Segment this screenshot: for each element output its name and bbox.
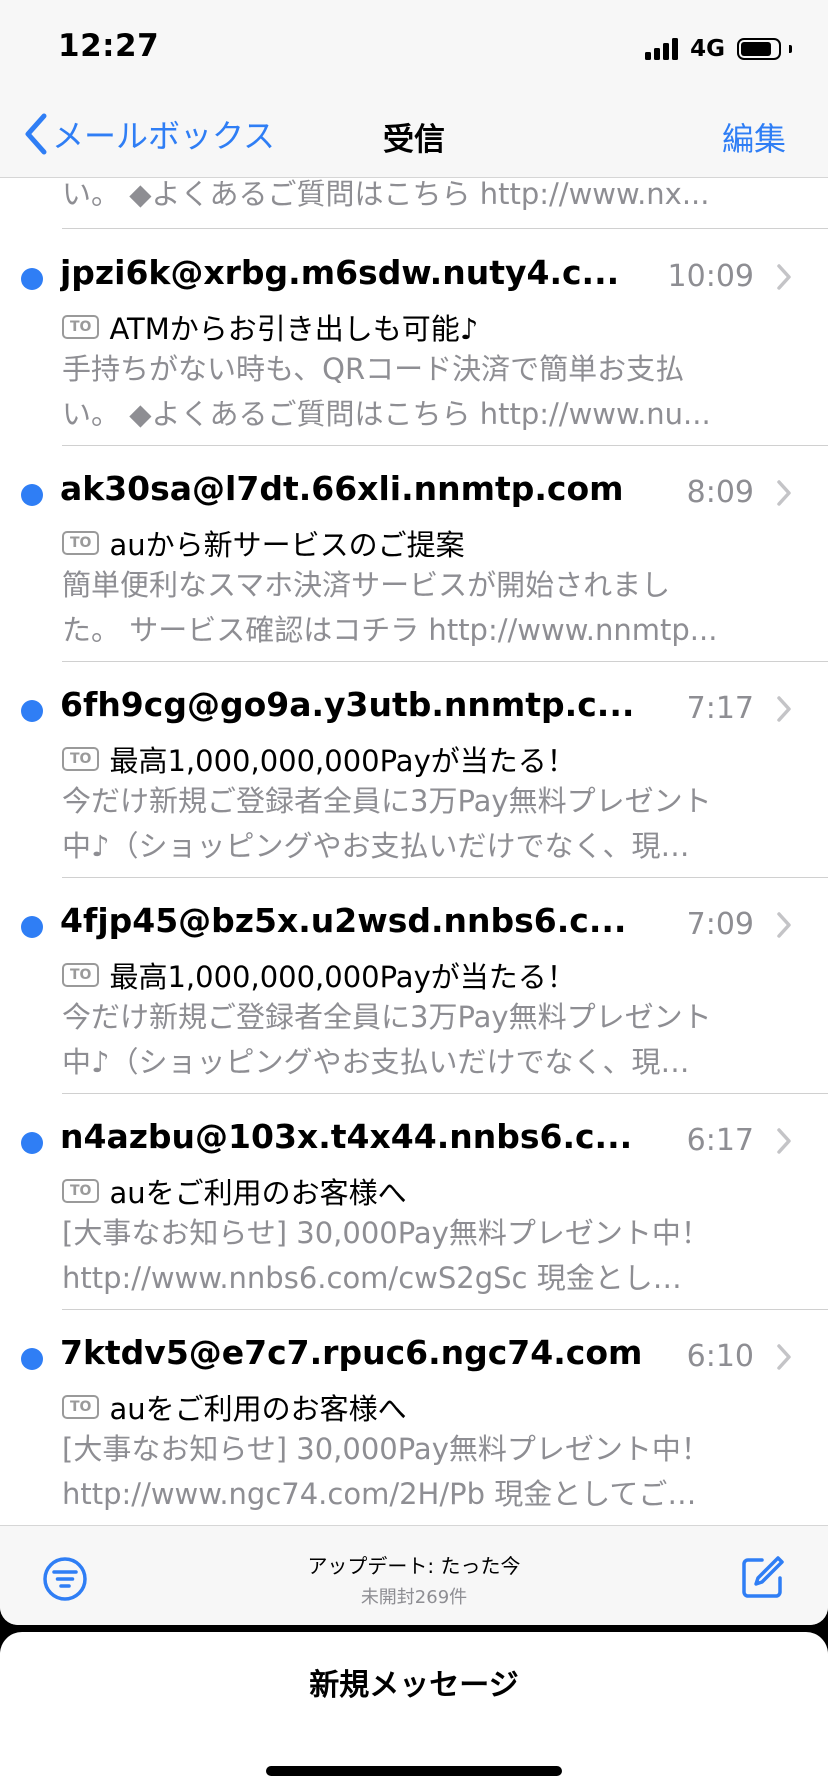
bottom-toolbar: アップデート: たった今 未開封269件 xyxy=(0,1525,828,1625)
preview-line-2: 中♪（ショッピングやお支払いだけでなく、現… xyxy=(62,1045,690,1079)
received-time: 8:09 xyxy=(686,475,754,510)
to-badge: TO xyxy=(62,531,100,555)
sender-address: n4azbu@103x.t4x44.nnbs6.c... xyxy=(60,1117,633,1156)
message-preview: [大事なお知らせ] 30,000Pay無料プレゼント中！ http://www.… xyxy=(62,1427,782,1517)
subject-line: TO 最高1,000,000,000Payが当たる！ xyxy=(62,954,782,996)
message-list[interactable]: い。 ◆よくあるご質問はこちら http://www.nx... jpzi6k@… xyxy=(0,178,828,1525)
list-item-partial[interactable]: い。 ◆よくあるご質問はこちら http://www.nx... xyxy=(0,178,828,228)
page-title: 受信 xyxy=(383,122,445,158)
unread-dot xyxy=(21,916,43,938)
chevron-right-icon xyxy=(777,480,791,506)
sender-address: 4fjp45@bz5x.u2wsd.nnbs6.c... xyxy=(60,901,627,940)
received-time: 7:09 xyxy=(686,907,754,942)
message-subject: auをご利用のお客様へ xyxy=(109,1392,407,1426)
preview-line-1: 手持ちがない時も、QRコード決済で簡単お支払 xyxy=(62,352,685,386)
unread-dot xyxy=(21,1348,43,1370)
navigation-bar: メールボックス 受信 編集 xyxy=(0,100,828,178)
chevron-right-icon xyxy=(777,264,791,290)
chevron-right-icon xyxy=(777,912,791,938)
message-subject: auをご利用のお客様へ xyxy=(109,1176,407,1210)
status-bar: 12:27 4G xyxy=(0,0,828,100)
list-item[interactable]: ak30sa@l7dt.66xli.nnmtp.com 8:09 TO auから… xyxy=(0,445,828,661)
list-item[interactable]: 6fh9cg@go9a.y3utb.nnmtp.c... 7:17 TO 最高1… xyxy=(0,661,828,877)
preview-line-1: 簡単便利なスマホ決済サービスが開始されまし xyxy=(62,568,671,602)
phone-screen: 12:27 4G メールボックス 受信 編集 い。 ◆よくあるご質問はこちら h… xyxy=(0,0,828,1792)
list-item[interactable]: n4azbu@103x.t4x44.nnbs6.c... 6:17 TO auを… xyxy=(0,1093,828,1309)
battery-cap xyxy=(789,45,792,53)
message-preview: 簡単便利なスマホ決済サービスが開始されまし た。 サービス確認はコチラ http… xyxy=(62,563,782,653)
unread-dot xyxy=(21,268,43,290)
compose-icon xyxy=(742,1556,784,1598)
to-badge: TO xyxy=(62,1395,100,1419)
preview-line-2: た。 サービス確認はコチラ http://www.nnmtp... xyxy=(62,613,718,647)
network-type: 4G xyxy=(690,36,725,62)
sender-address: ak30sa@l7dt.66xli.nnmtp.com xyxy=(60,469,624,508)
update-status: アップデート: たった今 xyxy=(307,1554,521,1578)
home-indicator[interactable] xyxy=(266,1766,562,1776)
message-subject: auから新サービスのご提案 xyxy=(109,528,465,562)
unread-dot xyxy=(21,1132,43,1154)
cellular-signal-icon xyxy=(645,38,679,60)
message-subject: 最高1,000,000,000Payが当たる！ xyxy=(109,744,576,778)
preview-line-2: http://www.nnbs6.com/cwS2gSc 現金とし… xyxy=(62,1261,682,1295)
subject-line: TO ATMからお引き出しも可能♪ xyxy=(62,306,782,348)
received-time: 7:17 xyxy=(686,691,754,726)
preview-line-2: い。 ◆よくあるご質問はこちら http://www.nu... xyxy=(62,397,711,431)
message-subject: ATMからお引き出しも可能♪ xyxy=(109,312,479,346)
message-subject: 最高1,000,000,000Payが当たる！ xyxy=(109,960,576,994)
sender-address: 6fh9cg@go9a.y3utb.nnmtp.c... xyxy=(60,685,635,724)
list-item[interactable]: 4fjp45@bz5x.u2wsd.nnbs6.c... 7:09 TO 最高1… xyxy=(0,877,828,1093)
unread-dot xyxy=(21,484,43,506)
preview-line-1: [大事なお知らせ] 30,000Pay無料プレゼント中！ xyxy=(62,1216,710,1250)
to-badge: TO xyxy=(62,963,100,987)
unread-count: 未開封269件 xyxy=(360,1587,468,1608)
unread-dot xyxy=(21,700,43,722)
preview-line-2: http://www.ngc74.com/2H/Pb 現金としてご… xyxy=(62,1477,697,1511)
message-preview: い。 ◆よくあるご質問はこちら http://www.nx... xyxy=(62,178,710,211)
message-preview: 手持ちがない時も、QRコード決済で簡単お支払 い。 ◆よくあるご質問はこちら h… xyxy=(62,347,782,437)
list-item[interactable]: jpzi6k@xrbg.m6sdw.nuty4.c... 10:09 TO AT… xyxy=(0,229,828,445)
chevron-right-icon xyxy=(777,1344,791,1370)
compose-button[interactable] xyxy=(740,1554,786,1604)
preview-line-1: 今だけ新規ご登録者全員に3万Pay無料プレゼント xyxy=(62,1000,712,1034)
preview-line-1: [大事なお知らせ] 30,000Pay無料プレゼント中！ xyxy=(62,1432,710,1466)
received-time: 10:09 xyxy=(667,259,754,294)
to-badge: TO xyxy=(62,747,100,771)
sender-address: jpzi6k@xrbg.m6sdw.nuty4.c... xyxy=(60,253,620,292)
preview-line-2: 中♪（ショッピングやお支払いだけでなく、現… xyxy=(62,829,690,863)
chevron-right-icon xyxy=(777,696,791,722)
chevron-right-icon xyxy=(777,1128,791,1154)
received-time: 6:17 xyxy=(686,1123,754,1158)
message-preview: 今だけ新規ご登録者全員に3万Pay無料プレゼント 中♪（ショッピングやお支払いだ… xyxy=(62,779,782,869)
mailbox-status: アップデート: たった今 未開封269件 xyxy=(0,1550,828,1609)
battery-level xyxy=(741,42,771,56)
battery-icon xyxy=(737,38,781,60)
preview-line-1: 今だけ新規ご登録者全員に3万Pay無料プレゼント xyxy=(62,784,712,818)
edit-button[interactable]: 編集 xyxy=(722,114,786,160)
message-preview: [大事なお知らせ] 30,000Pay無料プレゼント中！ http://www.… xyxy=(62,1211,782,1301)
mail-app: 12:27 4G メールボックス 受信 編集 い。 ◆よくあるご質問はこちら h… xyxy=(0,0,828,1625)
message-preview: 今だけ新規ご登録者全員に3万Pay無料プレゼント 中♪（ショッピングやお支払いだ… xyxy=(62,995,782,1085)
subject-line: TO auをご利用のお客様へ xyxy=(62,1170,782,1212)
received-time: 6:10 xyxy=(686,1339,754,1374)
to-badge: TO xyxy=(62,1179,100,1203)
list-item[interactable]: 7ktdv5@e7c7.rpuc6.ngc74.com 6:10 TO auをご… xyxy=(0,1309,828,1525)
subject-line: TO 最高1,000,000,000Payが当たる！ xyxy=(62,738,782,780)
to-badge: TO xyxy=(62,315,100,339)
subject-line: TO auをご利用のお客様へ xyxy=(62,1386,782,1428)
sender-address: 7ktdv5@e7c7.rpuc6.ngc74.com xyxy=(60,1333,643,1372)
subject-line: TO auから新サービスのご提案 xyxy=(62,522,782,564)
status-indicators: 4G xyxy=(645,36,792,62)
status-time: 12:27 xyxy=(58,28,160,64)
sheet-title: 新規メッセージ xyxy=(309,1668,519,1703)
